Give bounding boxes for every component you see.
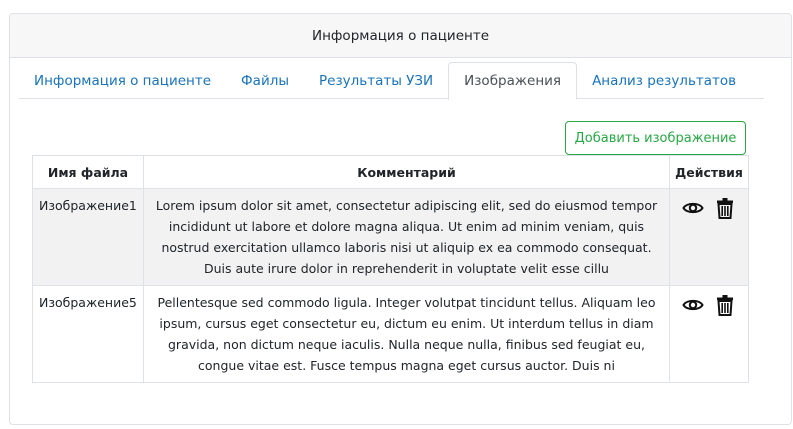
- comment-cell: Pellentesque sed commodo ligula. Integer…: [142, 285, 671, 383]
- table-header-row: Имя файла Комментарий Действия: [32, 155, 749, 189]
- tab-images[interactable]: Изображения: [448, 62, 578, 100]
- column-header-comment: Комментарий: [142, 155, 671, 189]
- card-title: Информация о пациенте: [311, 27, 490, 44]
- trash-icon[interactable]: [714, 294, 736, 316]
- tab-ultrasound-results[interactable]: Результаты УЗИ: [304, 62, 448, 99]
- file-name-cell: Изображение1: [32, 188, 144, 286]
- column-header-actions: Действия: [669, 155, 749, 189]
- actions-cell: [669, 285, 749, 383]
- file-name-cell: Изображение5: [32, 285, 144, 383]
- images-table: Имя файла Комментарий Действия Изображен…: [32, 155, 749, 383]
- card-header: Информация о пациенте: [10, 14, 791, 58]
- tab-results-analysis[interactable]: Анализ результатов: [577, 62, 751, 99]
- table-row: Изображение5 Pellentesque sed commodo li…: [32, 285, 749, 383]
- eye-icon[interactable]: [682, 294, 704, 316]
- actions-cell: [669, 188, 749, 286]
- tab-bar: Информация о пациенте Файлы Результаты У…: [19, 62, 764, 100]
- comment-cell: Lorem ipsum dolor sit amet, consectetur …: [142, 188, 671, 286]
- tab-files[interactable]: Файлы: [226, 62, 304, 99]
- eye-icon[interactable]: [682, 197, 704, 219]
- add-image-button[interactable]: Добавить изображение: [565, 121, 746, 155]
- column-header-filename: Имя файла: [32, 155, 144, 189]
- table-row: Изображение1 Lorem ipsum dolor sit amet,…: [32, 188, 749, 286]
- trash-icon[interactable]: [714, 197, 736, 219]
- tab-patient-info[interactable]: Информация о пациенте: [19, 62, 226, 99]
